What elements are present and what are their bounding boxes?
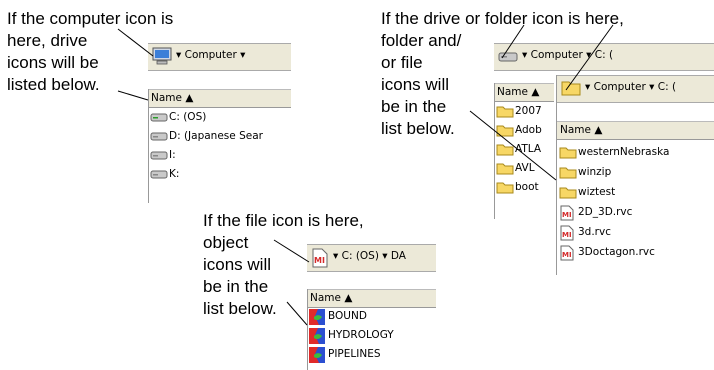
computer-list-pointer: [117, 90, 149, 101]
folder-list-pointer: [469, 110, 557, 181]
callout-lines: [117, 24, 614, 326]
computer-icon-pointer: [117, 28, 154, 57]
object-list-pointer: [286, 301, 308, 326]
drive-icon-pointer: [501, 24, 525, 59]
file-icon-pointer: [273, 239, 310, 263]
folder-icon-pointer: [565, 24, 614, 91]
